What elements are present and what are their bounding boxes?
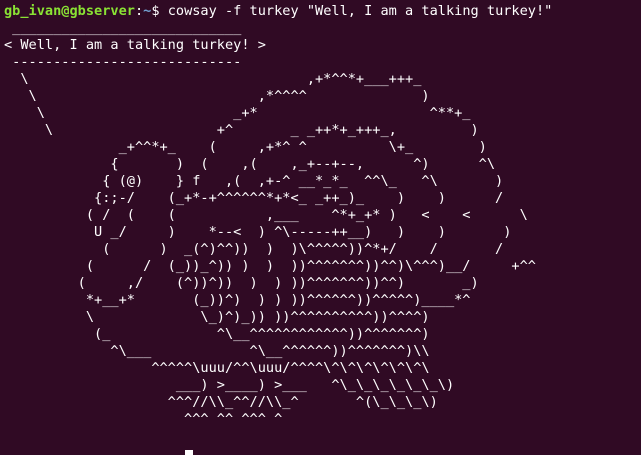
output-line: \ \_)^)_)) ))^^^^^^^^^^))^^^^) <box>4 309 430 325</box>
output-line: ____________________________ <box>4 20 242 36</box>
output-line: { (@) } f ,( ,+-^ __*_*_ ^^\_ ^\ ) <box>4 173 504 189</box>
command-text: cowsay -f turkey "Well, I am a talking t… <box>159 3 553 19</box>
command-output: ____________________________ < Well, I am… <box>4 20 641 428</box>
output-line: ^^^//\\_^^//\\_^ ^(\_\_\_\) <box>4 394 438 410</box>
output-line: (_ ^\__^^^^^^^^^^^^))^^^^^^^) <box>4 326 430 342</box>
output-line: \ ,*^^^^ ) <box>4 88 430 104</box>
output-line: ( ) _(^)^^)) ) )\^^^^^))^*+/ / / <box>4 241 504 257</box>
output-line: \ _+* ^**+_ <box>4 105 471 121</box>
prompt-symbol: $ <box>151 3 160 19</box>
output-line: ^^^ ^^ ^^^ ^ <box>4 411 283 427</box>
text-cursor <box>185 450 193 455</box>
output-line: { ) ( ,( ,_+--+--, ^) ^\ <box>4 156 496 172</box>
output-line: ^\___ ^\__^^^^^^))^^^^^^^)\\ <box>4 343 430 359</box>
output-line: _+^^*+_ ( ,+*^ ^ \+_ ) <box>4 139 487 155</box>
output-line: ( ,/ (^))^)) ) ) ))^^^^^^^))^^) _) <box>4 275 479 291</box>
prompt-separator: : <box>134 3 144 19</box>
command-prompt-line: gb_ivan@gbserver:~$ cowsay -f turkey "We… <box>4 3 641 20</box>
output-line: ___) >____) >___ ^\_\_\_\_\_\_\) <box>4 377 455 393</box>
output-line: {:;-/ (_+*-+^^^^^^*+*<_ _++_)_ ) ) / <box>4 190 504 206</box>
output-line: \ +^ _ _++*+_+++_, ) <box>4 122 479 138</box>
output-line: ---------------------------- <box>4 54 242 70</box>
output-line: ( / ( ( ,___ ^*+_+* ) < < \ <box>4 207 528 223</box>
prompt-user-host: gb_ivan@gbserver <box>4 3 135 19</box>
terminal-window[interactable]: ... gb_ivan@gbserver:~$ cowsay -f turkey… <box>0 0 641 455</box>
output-line: < Well, I am a talking turkey! > <box>4 37 266 53</box>
output-line: *+__+* (_))^) ) ) ))^^^^^^))^^^^^)____*^ <box>4 292 471 308</box>
output-line: \ ,+*^^*+___+++_ <box>4 71 422 87</box>
output-line: U _/ ) *--< ) ^\-----++__) ) ) ) <box>4 224 512 240</box>
output-line: ( / (_))_^)) ) ) ))^^^^^^^))^^)\^^^)__/ … <box>4 258 536 274</box>
output-line: ^^^^^\uuu/^^\uuu/^^^^\^\^\^\^\^\^\ <box>4 360 430 376</box>
